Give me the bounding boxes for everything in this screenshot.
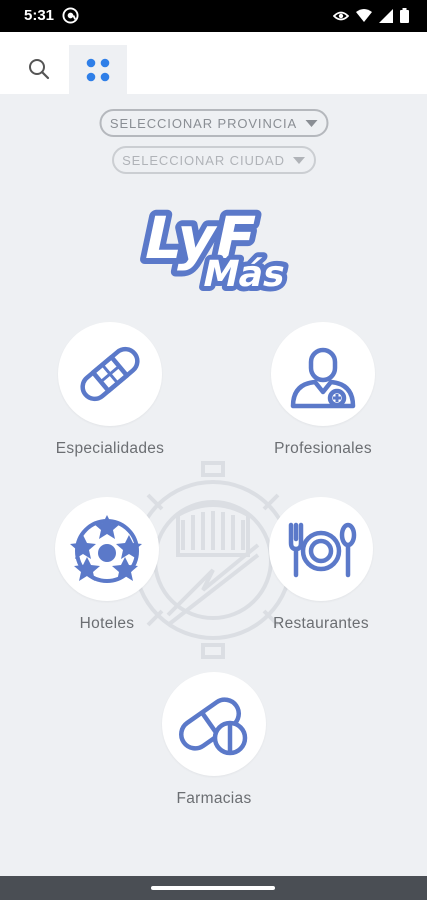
eye-icon xyxy=(333,11,349,20)
home-handle[interactable] xyxy=(151,886,275,890)
search-icon xyxy=(29,59,50,80)
chevron-down-icon xyxy=(305,119,318,127)
category-farmacias[interactable]: Farmacias xyxy=(134,672,294,808)
chevron-down-icon xyxy=(292,156,305,164)
category-label: Farmacias xyxy=(176,790,252,807)
category-circle xyxy=(58,322,162,426)
pills-icon xyxy=(179,697,248,756)
category-label: Profesionales xyxy=(274,440,372,457)
category-label: Hoteles xyxy=(79,615,135,632)
bandage-icon xyxy=(80,346,140,402)
category-circle xyxy=(55,497,159,601)
status-bar: 5:31 xyxy=(0,0,427,32)
category-restaurantes[interactable]: Restaurantes xyxy=(241,497,401,633)
city-select-label: SELECCIONAR CIUDAD xyxy=(122,152,285,168)
province-select[interactable]: SELECCIONAR PROVINCIA xyxy=(99,109,328,137)
category-hoteles[interactable]: Hoteles xyxy=(27,497,187,633)
category-label: Especialidades xyxy=(55,440,165,457)
status-icons xyxy=(333,8,409,23)
at-sign-icon xyxy=(62,7,79,24)
lyf-mas-logo: LyF Más xyxy=(132,199,295,296)
status-time: 5:31 xyxy=(24,7,55,24)
grid-view-button[interactable] xyxy=(69,45,127,94)
category-label: Restaurantes xyxy=(273,615,369,632)
logo-line2: Más xyxy=(199,252,290,295)
city-select[interactable]: SELECCIONAR CIUDAD xyxy=(111,146,316,174)
search-button[interactable] xyxy=(14,44,64,94)
category-circle xyxy=(271,322,375,426)
category-circle xyxy=(162,672,266,776)
grid-icon xyxy=(86,58,110,81)
wifi-icon xyxy=(356,8,372,22)
cutlery-plate-icon xyxy=(288,522,357,578)
category-profesionales[interactable]: Profesionales xyxy=(243,322,403,458)
category-especialidades[interactable]: Especialidades xyxy=(30,322,190,458)
system-nav-bar xyxy=(0,876,427,900)
stars-icon xyxy=(70,515,142,583)
doctor-icon xyxy=(290,347,356,409)
category-circle xyxy=(269,497,373,601)
province-select-label: SELECCIONAR PROVINCIA xyxy=(109,115,298,131)
battery-icon xyxy=(400,8,409,23)
top-toolbar xyxy=(0,32,427,94)
signal-icon xyxy=(379,8,393,23)
